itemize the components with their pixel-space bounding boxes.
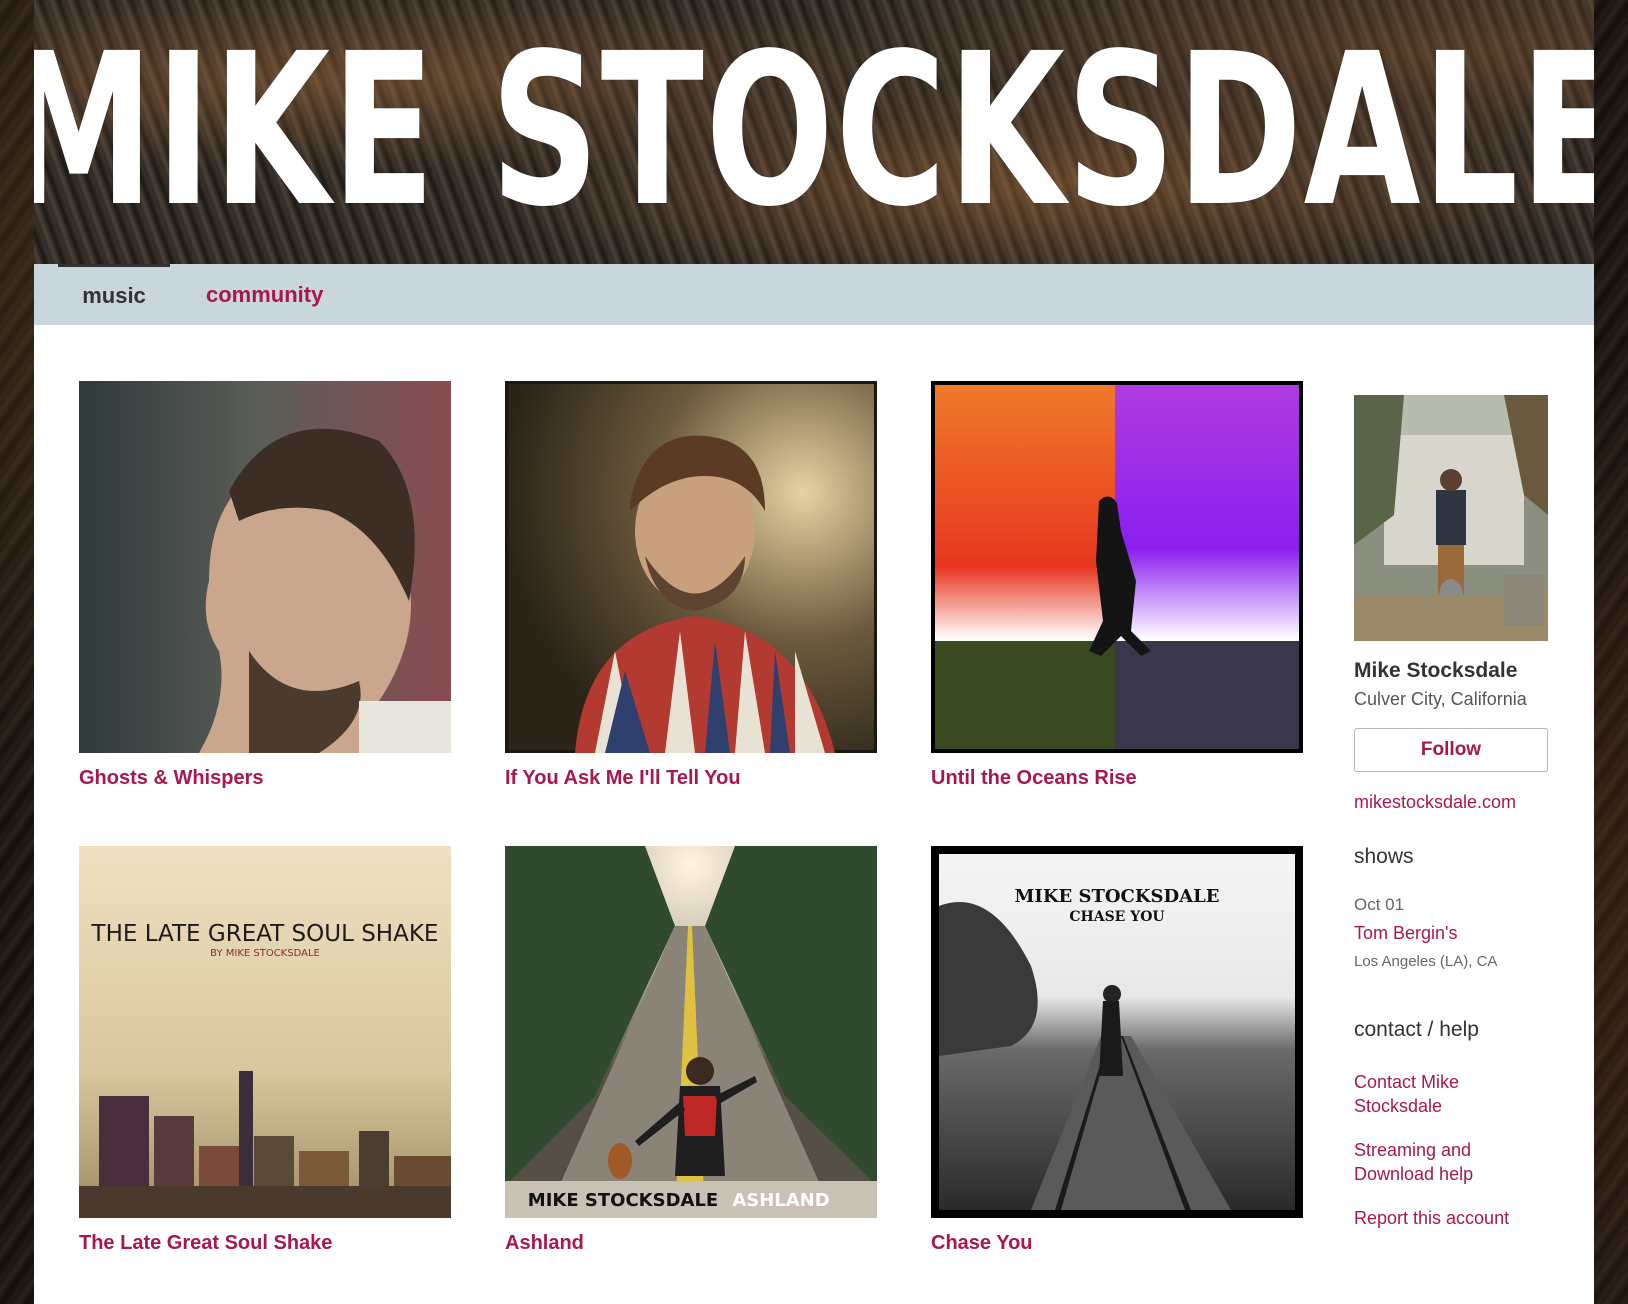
album-item: Ghosts & Whispers: [79, 381, 451, 790]
page: MIKE STOCKSDALE music community Ghosts &…: [34, 0, 1594, 1304]
shows-heading: shows: [1354, 845, 1414, 868]
album-art: [79, 381, 451, 753]
album-item: MIKE STOCKSDALE ASHLAND Ashland: [505, 846, 877, 1255]
album-art: MIKE STOCKSDALE ASHLAND: [505, 846, 877, 1218]
cover-artist-text: MIKE STOCKSDALE: [528, 1190, 718, 1211]
album-title[interactable]: Ghosts & Whispers: [79, 767, 451, 790]
album-cover[interactable]: [505, 381, 877, 753]
album-art: THE LATE GREAT SOUL SHAKE BY MIKE STOCKS…: [79, 846, 451, 1218]
album-art: MIKE STOCKSDALE CHASE YOU: [931, 846, 1303, 1218]
show-date: Oct 01: [1354, 895, 1405, 914]
album-cover[interactable]: [79, 381, 451, 753]
cover-title-text: THE LATE GREAT SOUL SHAKE: [91, 921, 439, 947]
artist-location: Culver City, California: [1354, 689, 1527, 709]
tab-community[interactable]: community: [206, 264, 323, 325]
banner-title: MIKE STOCKSDALE: [34, 8, 1594, 253]
contact-help-heading: contact / help: [1354, 1018, 1479, 1041]
streaming-help-link[interactable]: Streaming and Download help: [1354, 1138, 1548, 1186]
artist-website-link[interactable]: mikestocksdale.com: [1354, 792, 1548, 813]
report-account-link[interactable]: Report this account: [1354, 1206, 1548, 1230]
artist-name: Mike Stocksdale: [1354, 659, 1518, 682]
artist-banner[interactable]: MIKE STOCKSDALE: [34, 0, 1594, 264]
cover-album-text: CHASE YOU: [1069, 909, 1164, 925]
album-title[interactable]: Until the Oceans Rise: [931, 767, 1303, 790]
album-cover[interactable]: THE LATE GREAT SOUL SHAKE BY MIKE STOCKS…: [79, 846, 451, 1218]
album-title[interactable]: If You Ask Me I'll Tell You: [505, 767, 877, 790]
show-venue-link[interactable]: Tom Bergin's: [1354, 923, 1548, 944]
cover-artist-text: MIKE STOCKSDALE: [1015, 886, 1220, 907]
album-cover[interactable]: MIKE STOCKSDALE ASHLAND: [505, 846, 877, 1218]
album-art: [931, 381, 1303, 753]
artist-sidebar: Mike Stocksdale Culver City, California …: [1354, 395, 1548, 1230]
album-item: MIKE STOCKSDALE CHASE YOU Chase You: [931, 846, 1303, 1255]
album-item: Until the Oceans Rise: [931, 381, 1303, 790]
album-title[interactable]: Ashland: [505, 1232, 877, 1255]
album-title[interactable]: Chase You: [931, 1232, 1303, 1255]
follow-button[interactable]: Follow: [1354, 728, 1548, 772]
music-grid: Ghosts & Whispers If You Ask Me I'll Tel…: [34, 325, 1594, 1304]
artist-photo[interactable]: [1354, 395, 1548, 641]
artist-photo-image: [1354, 395, 1548, 641]
contact-artist-link[interactable]: Contact Mike Stocksdale: [1354, 1070, 1548, 1118]
cover-album-text: ASHLAND: [732, 1190, 829, 1211]
album-cover[interactable]: [931, 381, 1303, 753]
show-item: Oct 01 Tom Bergin's Los Angeles (LA), CA: [1354, 895, 1548, 970]
album-item: If You Ask Me I'll Tell You: [505, 381, 877, 790]
album-art: [505, 381, 877, 753]
show-location: Los Angeles (LA), CA: [1354, 953, 1498, 970]
tab-music[interactable]: music: [58, 264, 170, 325]
album-item: THE LATE GREAT SOUL SHAKE BY MIKE STOCKS…: [79, 846, 451, 1255]
cover-subtitle-text: BY MIKE STOCKSDALE: [210, 948, 320, 959]
album-title[interactable]: The Late Great Soul Shake: [79, 1232, 451, 1255]
nav-bar: music community: [34, 264, 1594, 325]
album-cover[interactable]: MIKE STOCKSDALE CHASE YOU: [931, 846, 1303, 1218]
